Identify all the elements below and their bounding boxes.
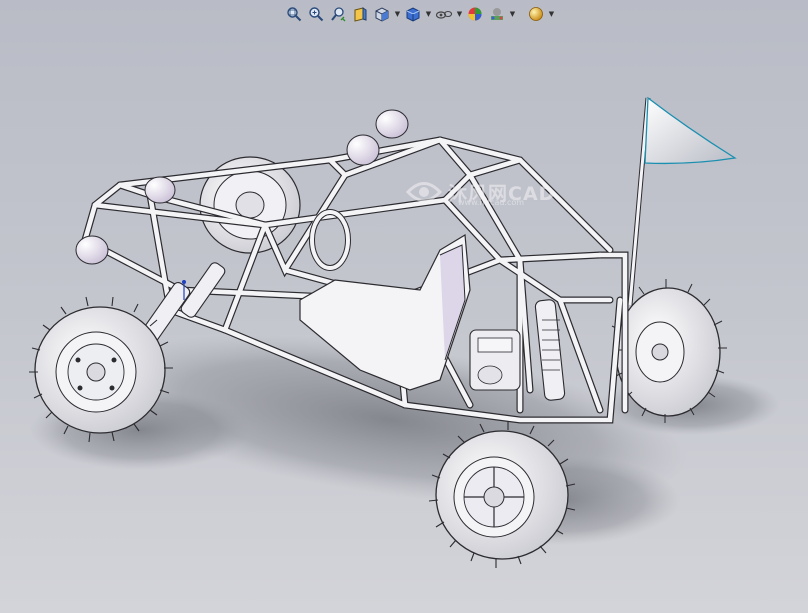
buggy-model[interactable] <box>0 0 808 613</box>
steering-wheel <box>309 209 351 271</box>
engine <box>469 329 521 391</box>
graphics-viewport[interactable]: ▼ ▼ ▼ ▼ ▼ 沐风网CAD www.mfcad.com <box>0 0 808 613</box>
flag <box>627 96 737 306</box>
